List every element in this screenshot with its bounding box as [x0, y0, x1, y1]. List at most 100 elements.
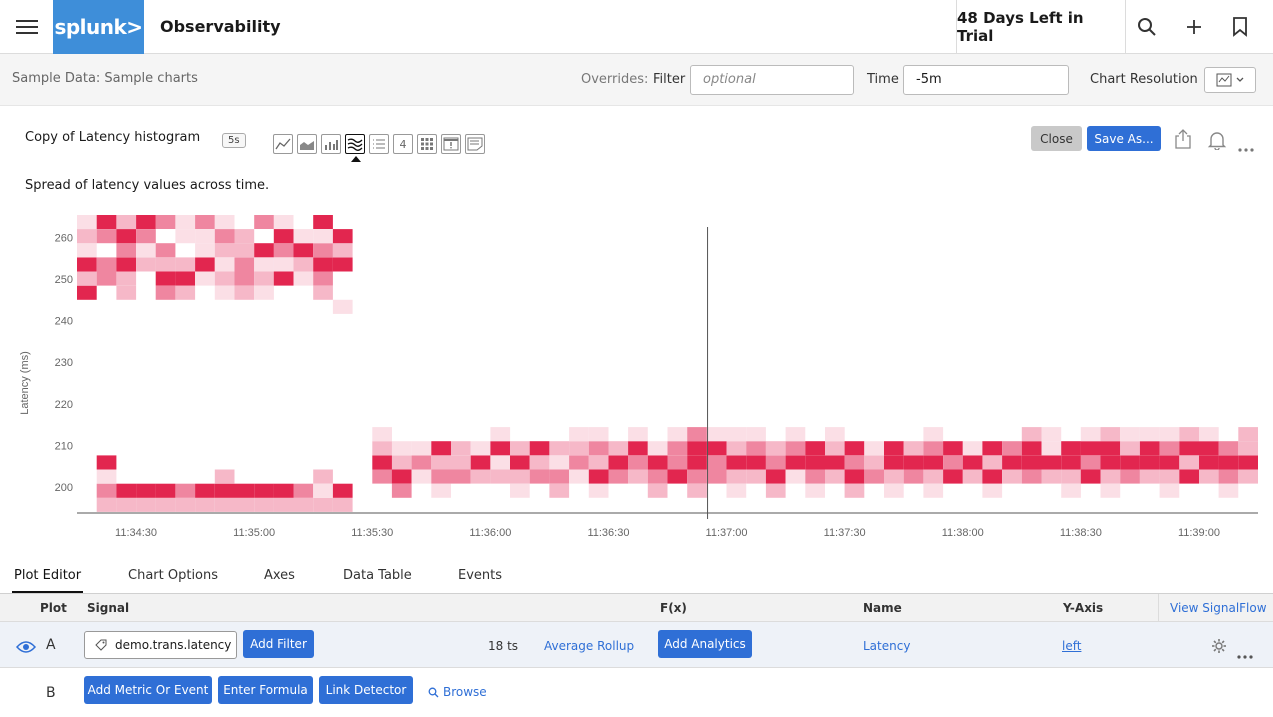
add-metric-button[interactable]: Add Metric Or Event — [84, 676, 212, 704]
add-analytics-button[interactable]: Add Analytics — [658, 630, 752, 658]
heatmap-cell — [1021, 455, 1042, 470]
x-tick-label: 11:38:30 — [1060, 527, 1102, 539]
single-value-icon[interactable]: 4 — [393, 134, 413, 154]
heatmap-cell — [470, 469, 491, 484]
enter-formula-button[interactable]: Enter Formula — [218, 676, 313, 704]
tab-axes[interactable]: Axes — [264, 568, 295, 583]
splunk-logo[interactable]: splunk> — [53, 0, 144, 54]
browse-link[interactable]: Browse — [428, 685, 487, 699]
heatmap-cell — [884, 469, 904, 484]
heatmap-cell — [254, 257, 274, 272]
tab-plot-editor[interactable]: Plot Editor — [11, 568, 84, 593]
heatmap-cell — [313, 214, 333, 229]
y-axis-link[interactable]: left — [1062, 639, 1081, 653]
text-note-icon[interactable] — [465, 134, 485, 154]
filter-input[interactable]: optional — [690, 65, 854, 95]
trial-status[interactable]: 48 Days Left in Trial — [956, 0, 1126, 54]
event-feed-icon[interactable] — [441, 134, 461, 154]
heatmap-cell — [923, 427, 944, 442]
chart-title[interactable]: Copy of Latency histogram — [25, 130, 200, 145]
column-chart-icon[interactable] — [321, 134, 341, 154]
heatmap-cell — [313, 469, 333, 484]
menu-icon[interactable] — [16, 16, 38, 38]
row-more-icon[interactable] — [1237, 644, 1253, 663]
heatmap-cell — [155, 497, 176, 512]
link-detector-button[interactable]: Link Detector — [319, 676, 413, 704]
save-as-button[interactable]: Save As... — [1087, 126, 1161, 151]
heatmap-cell — [234, 271, 255, 286]
chart-resolution-label: Chart Resolution — [1090, 72, 1198, 87]
chart-type-selector: 4 — [273, 134, 485, 154]
heatmap-chart[interactable]: Latency (ms) 200 210 220 230 240 250 260 11:34… — [0, 214, 1273, 545]
heatmap-cell — [903, 455, 924, 470]
heatmap-cell — [234, 229, 255, 244]
view-signalflow-link[interactable]: View SignalFlow — [1170, 601, 1267, 615]
heatmap-cell — [608, 455, 629, 470]
heatmap-cell — [136, 229, 156, 244]
heatmap-cell — [313, 285, 333, 300]
tab-data-table[interactable]: Data Table — [343, 568, 412, 583]
heatmap-cell — [943, 469, 963, 484]
eye-icon[interactable] — [15, 639, 37, 658]
heatmap-cell — [254, 214, 274, 229]
heatmap-cell — [136, 243, 156, 258]
search-icon[interactable] — [1134, 14, 1160, 40]
heatmap-cells — [77, 214, 1258, 512]
heatmap-cell — [195, 214, 215, 229]
list-chart-icon[interactable] — [369, 134, 389, 154]
line-chart-icon[interactable] — [273, 134, 293, 154]
heatmap-cell — [273, 271, 294, 286]
close-button[interactable]: Close — [1031, 126, 1082, 151]
header-plot: Plot — [40, 601, 67, 615]
heatmap-cell — [746, 427, 766, 442]
area-chart-icon[interactable] — [297, 134, 317, 154]
app-title: Observability — [160, 17, 281, 36]
heatmap-cell — [549, 483, 570, 498]
breadcrumb[interactable]: Sample Data: Sample charts — [12, 71, 198, 86]
heatmap-cell — [1199, 455, 1219, 470]
heatmap-cell — [667, 427, 688, 442]
y-tick-label: 210 — [55, 440, 73, 452]
bookmark-icon[interactable] — [1227, 14, 1253, 40]
heatmap-cell — [175, 271, 196, 286]
heatmap-cell — [273, 497, 294, 512]
heatmap-cell — [982, 483, 1003, 498]
heatmap-cell — [293, 243, 314, 258]
plot-name-link[interactable]: Latency — [863, 639, 910, 653]
heatmap-cell — [569, 469, 589, 484]
heatmap-cell — [155, 483, 176, 498]
heatmap-cell — [234, 285, 255, 300]
heatmap-cell — [844, 441, 865, 456]
heatmap-cell — [765, 441, 786, 456]
heatmap-cell — [943, 441, 963, 456]
plus-icon[interactable] — [1181, 14, 1207, 40]
histogram-chart-icon[interactable] — [345, 134, 365, 154]
heatmap-cell — [825, 441, 845, 456]
x-tick-label: 11:39:00 — [1178, 527, 1220, 539]
tab-chart-options[interactable]: Chart Options — [128, 568, 218, 583]
browse-label: Browse — [443, 685, 487, 699]
time-input[interactable]: -5m — [903, 65, 1069, 95]
dashboard-bar: Sample Data: Sample charts Overrides: Fi… — [0, 54, 1273, 106]
heatmap-cell — [175, 285, 196, 300]
heatmap-cell — [628, 469, 648, 484]
signal-input[interactable]: demo.trans.latency — [84, 631, 237, 659]
add-filter-button[interactable]: Add Filter — [243, 630, 314, 658]
gear-icon[interactable] — [1211, 638, 1227, 658]
heatmap-chart-icon[interactable] — [417, 134, 437, 154]
bell-icon[interactable] — [1207, 130, 1227, 154]
rollup-link[interactable]: Average Rollup — [544, 639, 634, 653]
heatmap-cell — [1100, 455, 1121, 470]
heatmap-cell — [1238, 469, 1258, 484]
heatmap-cell — [116, 214, 137, 229]
more-options-icon[interactable] — [1238, 137, 1254, 156]
overrides-label: Overrides: — [581, 72, 649, 87]
heatmap-cell — [647, 441, 668, 456]
heatmap-cell — [1080, 469, 1101, 484]
share-icon[interactable] — [1174, 128, 1192, 154]
chart-canvas[interactable]: Latency (ms) 200 210 220 230 240 250 260 11:34… — [0, 214, 1273, 545]
chart-resolution-dropdown[interactable] — [1204, 67, 1256, 93]
tab-events[interactable]: Events — [458, 568, 502, 583]
heatmap-cell — [864, 441, 884, 456]
heatmap-cell — [96, 257, 117, 272]
